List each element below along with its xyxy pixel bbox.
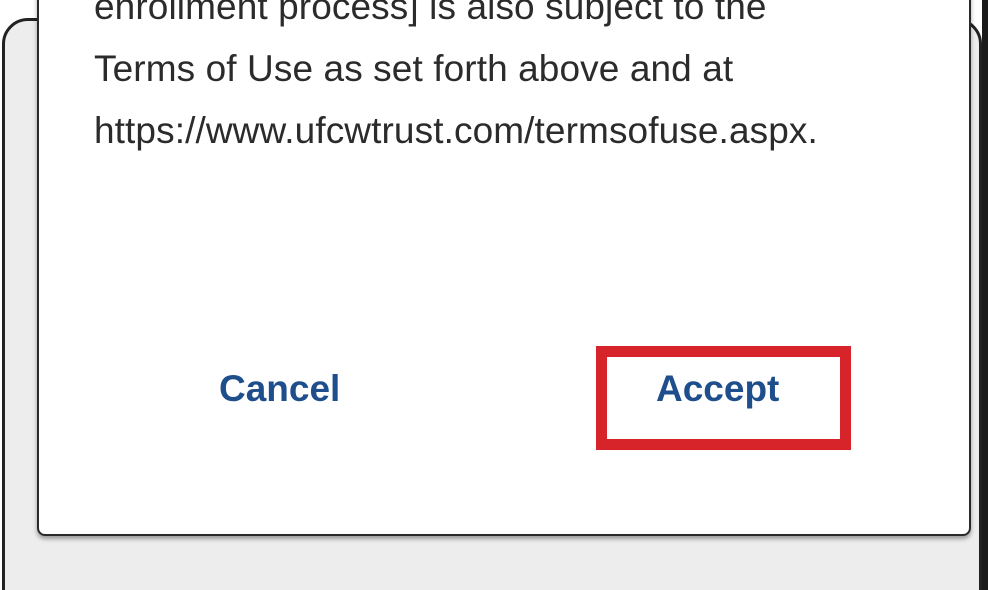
cancel-button[interactable]: Cancel bbox=[219, 368, 340, 410]
accept-button[interactable]: Accept bbox=[656, 368, 779, 410]
screen-edge bbox=[982, 0, 988, 590]
terms-dialog: enrollment process] is also subject to t… bbox=[37, 0, 971, 536]
screen: enrollment process] is also subject to t… bbox=[0, 0, 988, 590]
terms-text-line: enrollment process] is also subject to t… bbox=[94, 0, 767, 27]
terms-text: enrollment process] is also subject to t… bbox=[94, 0, 954, 162]
terms-link-line: https://www.ufcwtrust.com/termsofuse.asp… bbox=[94, 110, 818, 151]
terms-text-line: Terms of Use as set forth above and at bbox=[94, 48, 734, 89]
